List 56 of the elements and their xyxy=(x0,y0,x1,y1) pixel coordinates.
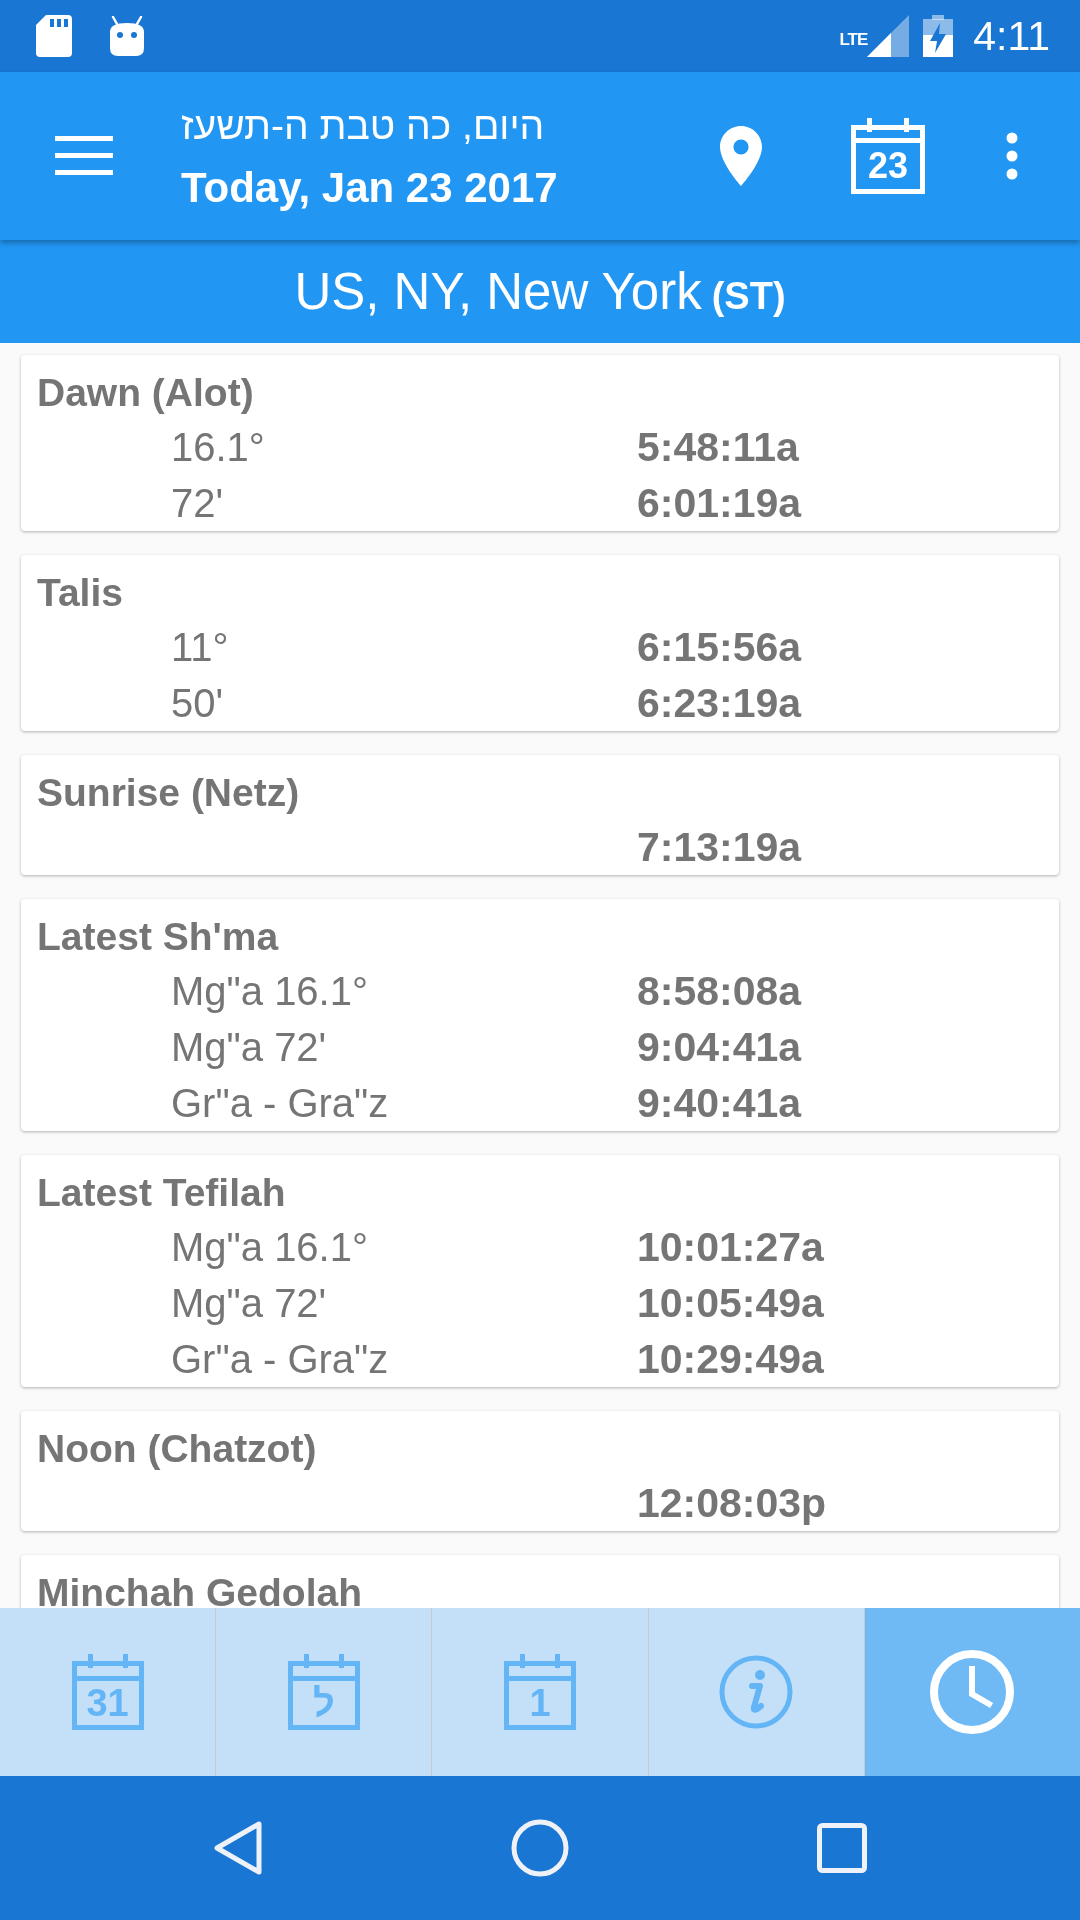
zman-time: 8:58:08a xyxy=(637,967,802,1015)
info-icon xyxy=(719,1655,794,1729)
zman-time: 9:40:41a xyxy=(637,1079,802,1127)
bottom-tab[interactable]: 31 xyxy=(0,1608,216,1776)
bottom-tab[interactable]: 1 xyxy=(431,1608,648,1776)
sd-card-icon xyxy=(36,15,72,57)
zman-time: 10:29:49a xyxy=(637,1335,824,1383)
battery-charging-icon xyxy=(923,15,954,57)
calendar-day-number: ל xyxy=(312,1684,335,1722)
zman-time: 9:04:41a xyxy=(637,1023,802,1071)
status-time: 4:11 xyxy=(973,15,1050,57)
time-zone-label: (ST) xyxy=(711,273,786,319)
recent-apps-icon[interactable] xyxy=(817,1823,867,1873)
menu-icon[interactable] xyxy=(55,136,113,176)
zman-title: Talis xyxy=(36,570,124,616)
zman-time: 12:08:03p xyxy=(637,1479,827,1527)
zman-time: 5:48:11a xyxy=(637,423,799,471)
network-type: LTE xyxy=(839,31,868,48)
zman-title: Dawn (Alot) xyxy=(36,370,255,416)
bottom-tab[interactable]: ל xyxy=(215,1608,432,1776)
zman-time: 7:13:19a xyxy=(637,823,802,871)
opinion-label: Mg"a 72' xyxy=(171,1024,327,1069)
location-name: US, NY, New York xyxy=(294,261,702,322)
home-icon[interactable] xyxy=(511,1819,569,1877)
back-icon[interactable] xyxy=(213,1820,263,1876)
clock-icon xyxy=(929,1649,1016,1735)
zman-time: 10:01:27a xyxy=(637,1223,824,1271)
calendar-day-number: 31 xyxy=(86,1684,129,1722)
zman-time: 6:23:19a xyxy=(637,679,802,727)
zman-title: Sunrise (Netz) xyxy=(36,770,301,816)
opinion-label: Gr"a - Gra"z xyxy=(171,1080,389,1125)
opinion-label: 16.1° xyxy=(171,424,265,469)
opinion-label: 11° xyxy=(171,624,229,669)
bottom-tab[interactable] xyxy=(863,1608,1080,1776)
opinion-label: Gr"a - Gra"z xyxy=(171,1336,389,1381)
calendar-day-number: 1 xyxy=(529,1684,551,1722)
calendar-button[interactable]: 23 xyxy=(851,118,925,194)
opinion-label: Mg"a 16.1° xyxy=(171,968,368,1013)
zman-title: Latest Tefilah xyxy=(36,1170,287,1216)
zman-time: 10:05:49a xyxy=(637,1279,824,1327)
signal-icon xyxy=(867,15,910,57)
opinion-label: 72' xyxy=(171,480,224,525)
location-pin-icon[interactable] xyxy=(719,126,763,186)
more-options-icon[interactable] xyxy=(1006,132,1018,180)
opinion-label: 50' xyxy=(171,680,224,725)
zman-title: Noon (Chatzot) xyxy=(36,1426,318,1472)
robot-head-icon xyxy=(108,16,146,56)
zman-title: Latest Sh'ma xyxy=(36,914,280,960)
bottom-tab[interactable] xyxy=(647,1608,864,1776)
zman-title: Minchah Gedolah xyxy=(36,1570,364,1608)
opinion-label: Mg"a 16.1° xyxy=(171,1224,368,1269)
zman-time: 6:15:56a xyxy=(637,623,802,671)
gregorian-date: Today, Jan 23 2017 xyxy=(181,163,558,213)
opinion-label: Mg"a 72' xyxy=(171,1280,327,1325)
zman-time: 6:01:19a xyxy=(637,479,802,527)
hebrew-date: היום, כה טבת ה-תשעז xyxy=(181,103,545,149)
